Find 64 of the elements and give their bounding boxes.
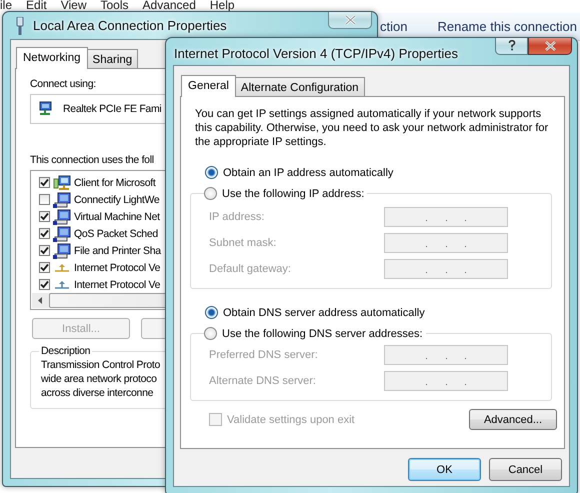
scroll-left-icon (38, 297, 43, 304)
radio-button[interactable] (205, 306, 218, 319)
menu-item[interactable]: Edit (26, 0, 47, 11)
checkbox-label: Validate settings upon exit (227, 414, 355, 426)
intro-text: You can get IP settings assigned automatically if your network supports this capability. Otherwise, you need to ask your network administrator for the appropriate IP settings. (195, 107, 550, 149)
dialog-button[interactable]: OK (408, 458, 481, 481)
field-label: Subnet mask: (209, 237, 278, 249)
field-label: IP address: (209, 211, 266, 223)
description-text: Transmission Control Proto wide area network protoco across diverse interconne (41, 358, 160, 400)
radio-label: Use the following IP address: (222, 188, 364, 200)
computer-icon (53, 192, 71, 208)
radio-button[interactable] (204, 327, 217, 340)
help-button[interactable] (495, 38, 528, 55)
checkbox[interactable] (39, 177, 50, 188)
advanced-button[interactable]: Advanced... (469, 409, 557, 430)
label: Connect using: (30, 78, 96, 90)
checkbox[interactable] (39, 245, 50, 256)
tab[interactable]: Sharing (86, 49, 138, 68)
close-button[interactable] (528, 38, 572, 55)
tab[interactable]: General (181, 75, 236, 97)
menu-item[interactable]: ile (0, 0, 12, 11)
radio-label: Obtain an IP address automatically (223, 166, 394, 178)
checkbox[interactable] (39, 228, 50, 239)
radio-label: Obtain DNS server address automatically (223, 306, 425, 318)
window-title: Internet Protocol Version 4 (TCP/IPv4) Properties (174, 46, 458, 61)
dialog-button[interactable]: Cancel (489, 458, 562, 481)
list-item[interactable]: Internet Protocol Ve (74, 262, 160, 274)
computer-icon (53, 226, 71, 242)
list-item[interactable]: Virtual Machine Net (74, 210, 160, 222)
computer-icon (53, 242, 71, 258)
radio-label: Use the following DNS server addresses: (222, 328, 423, 340)
list-item[interactable]: Client for Microsoft (74, 176, 156, 188)
list-item[interactable]: File and Printer Sha (74, 244, 161, 256)
checkbox[interactable] (39, 194, 50, 205)
menu-item[interactable]: Advanced (142, 0, 196, 11)
computer-icon (53, 208, 71, 224)
list-item[interactable]: QoS Packet Sched (74, 228, 158, 240)
close-icon (344, 14, 356, 24)
network-cable-icon (15, 16, 25, 34)
toolbar-link[interactable]: Rename this connection (437, 19, 577, 34)
radio-button[interactable] (205, 166, 218, 179)
tab[interactable]: Networking (16, 47, 88, 69)
radio-button[interactable] (204, 187, 217, 200)
field-label: Default gateway: (209, 263, 292, 275)
help-icon (508, 40, 516, 51)
network-adapter-icon (37, 101, 53, 117)
checkbox[interactable] (39, 211, 50, 222)
list-item[interactable]: Connectify LightWe (74, 194, 160, 206)
menu-item[interactable]: Help (210, 0, 235, 11)
label: This connection uses the foll (30, 154, 154, 166)
checkbox[interactable] (39, 279, 50, 290)
checkbox[interactable] (39, 262, 50, 273)
group-title: Description (40, 345, 92, 357)
window-title: Local Area Connection Properties (33, 18, 227, 33)
toolbar-link[interactable]: ction (380, 19, 408, 34)
menu-item[interactable]: View (60, 0, 86, 11)
client-icon (53, 174, 71, 190)
field-label: Alternate DNS server: (209, 375, 317, 387)
tab[interactable]: Alternate Configuration (234, 77, 365, 96)
adapter-name: Realtek PCIe FE Fami (63, 103, 162, 115)
field-label: Preferred DNS server: (209, 349, 319, 361)
list-item[interactable]: Internet Protocol Ve (74, 278, 160, 290)
menu-item[interactable]: Tools (100, 0, 129, 11)
close-icon (544, 40, 556, 50)
